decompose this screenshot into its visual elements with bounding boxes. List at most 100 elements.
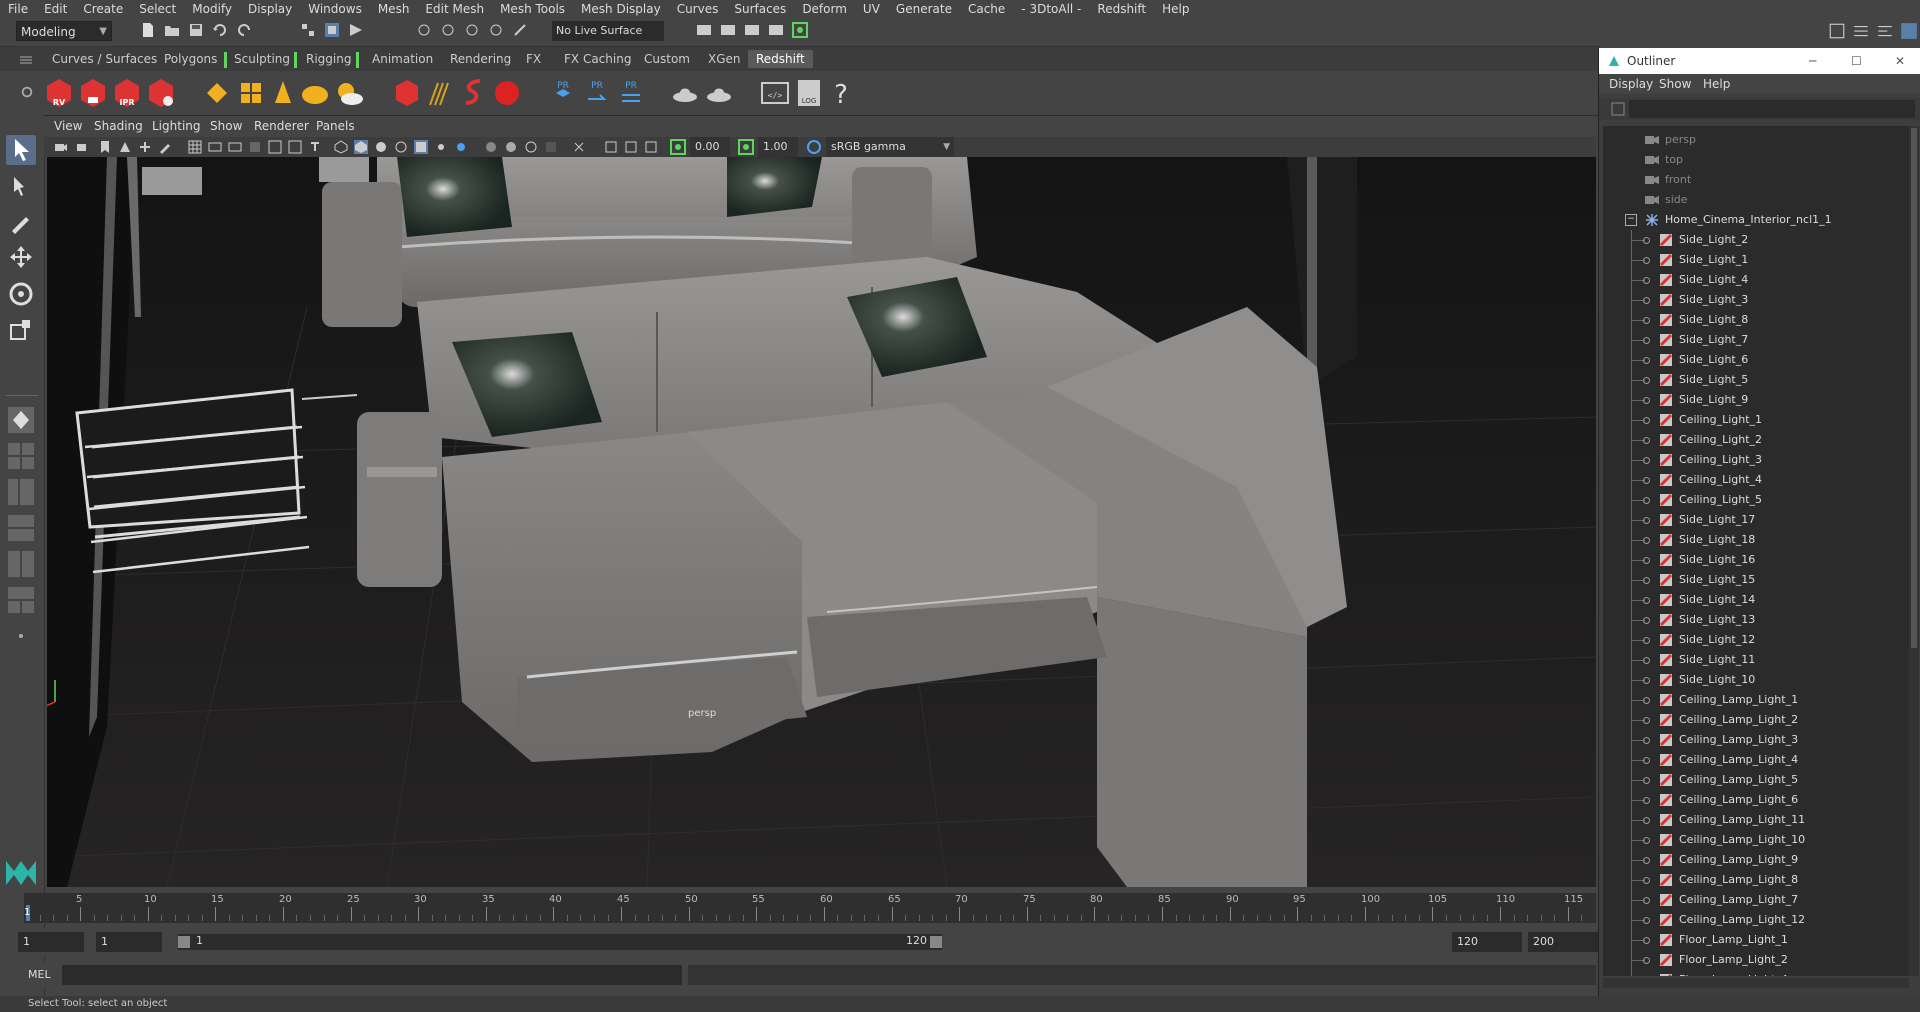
expand-dot-icon[interactable]: [1643, 657, 1650, 664]
resolution-gate-icon[interactable]: [228, 140, 242, 154]
xray-components-icon[interactable]: [644, 140, 658, 154]
select-by-hierarchy-icon[interactable]: [300, 22, 316, 38]
expand-dot-icon[interactable]: [1643, 617, 1650, 624]
outliner-layout-icon[interactable]: [6, 585, 36, 615]
outliner-item-light[interactable]: Ceiling_Lamp_Light_6: [1603, 790, 1909, 810]
horizontal-scrollbar[interactable]: [1603, 978, 1909, 988]
collapse-icon[interactable]: −: [1625, 214, 1637, 226]
tab-custom[interactable]: Custom: [636, 50, 698, 68]
outliner-item-light[interactable]: Ceiling_Lamp_Light_1: [1603, 690, 1909, 710]
expand-dot-icon[interactable]: [1643, 677, 1650, 684]
tab-xgen[interactable]: XGen: [700, 50, 749, 68]
isolate-select-icon[interactable]: [572, 140, 586, 154]
smooth-shade-icon[interactable]: [354, 140, 368, 154]
tab-fx[interactable]: FX: [518, 50, 549, 68]
outliner-item-light[interactable]: Side_Light_5: [1603, 370, 1909, 390]
expand-dot-icon[interactable]: [1643, 917, 1650, 924]
redshift-ies-light-icon[interactable]: [268, 77, 298, 109]
redshift-render-view-icon[interactable]: [792, 22, 808, 38]
maximize-icon[interactable]: ☐: [1851, 48, 1862, 74]
redo-icon[interactable]: [236, 22, 252, 38]
wireframe-icon[interactable]: [334, 140, 348, 154]
outliner-item-light[interactable]: Side_Light_16: [1603, 550, 1909, 570]
expand-dot-icon[interactable]: [1643, 317, 1650, 324]
default-material-icon[interactable]: [374, 140, 388, 154]
outliner-menu-help[interactable]: Help: [1703, 77, 1730, 91]
redshift-proxy-icon[interactable]: [392, 77, 422, 109]
expand-dot-icon[interactable]: [1643, 817, 1650, 824]
exposure-field[interactable]: 0.00: [690, 137, 730, 157]
live-surface-field[interactable]: No Live Surface: [552, 21, 664, 41]
menu-item-help[interactable]: Help: [1154, 0, 1197, 18]
gamma-field[interactable]: 1.00: [758, 137, 798, 157]
expand-dot-icon[interactable]: [1643, 937, 1650, 944]
expand-dot-icon[interactable]: [1643, 437, 1650, 444]
range-slider[interactable]: 1 120: [178, 934, 942, 950]
snap-to-grid-icon[interactable]: [416, 22, 432, 38]
outliner-item-light[interactable]: Ceiling_Lamp_Light_4: [1603, 750, 1909, 770]
outliner-item-light[interactable]: Ceiling_Light_2: [1603, 430, 1909, 450]
color-management-icon[interactable]: [806, 139, 822, 155]
view-transform-select[interactable]: sRGB gamma ▼: [826, 137, 954, 157]
shelf-menu-icon[interactable]: [20, 55, 32, 65]
save-scene-icon[interactable]: [188, 22, 204, 38]
outliner-item-light[interactable]: Side_Light_1: [1603, 250, 1909, 270]
viewport-menu-shading[interactable]: Shading: [94, 119, 143, 133]
expand-dot-icon[interactable]: [1643, 497, 1650, 504]
menu-item-uv[interactable]: UV: [855, 0, 888, 18]
outliner-item-light[interactable]: Floor_Lamp_Light_1: [1603, 930, 1909, 950]
tab-sculpting[interactable]: Sculpting: [226, 50, 298, 68]
expand-dot-icon[interactable]: [1643, 257, 1650, 264]
move-tool-icon[interactable]: [6, 243, 36, 273]
outliner-camera-top[interactable]: top: [1603, 150, 1909, 170]
expand-dot-icon[interactable]: [1643, 297, 1650, 304]
menu-item-edit[interactable]: Edit: [36, 0, 75, 18]
expand-dot-icon[interactable]: [1643, 797, 1650, 804]
safe-action-icon[interactable]: [288, 140, 302, 154]
outliner-item-light[interactable]: Ceiling_Lamp_Light_2: [1603, 710, 1909, 730]
viewport-menu-show[interactable]: Show: [210, 119, 242, 133]
menu-item-mesh[interactable]: Mesh: [370, 0, 418, 18]
mel-label[interactable]: MEL: [28, 968, 51, 981]
render-current-frame-icon[interactable]: [696, 22, 712, 38]
outliner-item-light[interactable]: Ceiling_Lamp_Light_12: [1603, 910, 1909, 930]
menu-item-deform[interactable]: Deform: [794, 0, 855, 18]
tab-fx-caching[interactable]: FX Caching: [556, 50, 639, 68]
menu-item-windows[interactable]: Windows: [300, 0, 370, 18]
depth-of-field-icon[interactable]: [544, 140, 558, 154]
outliner-item-light[interactable]: Side_Light_18: [1603, 530, 1909, 550]
anti-aliasing-icon[interactable]: [524, 140, 538, 154]
redshift-log-icon[interactable]: LOG: [794, 77, 824, 109]
redshift-portal-light-icon[interactable]: [236, 77, 266, 109]
persp-outliner-layout-icon[interactable]: [6, 477, 36, 507]
exposure-icon[interactable]: [670, 139, 686, 155]
expand-dot-icon[interactable]: [1643, 557, 1650, 564]
outliner-item-light[interactable]: Side_Light_17: [1603, 510, 1909, 530]
expand-dot-icon[interactable]: [1643, 397, 1650, 404]
xray-joints-icon[interactable]: [624, 140, 638, 154]
mode-selector[interactable]: Modeling ▼: [16, 21, 112, 41]
outliner-item-light[interactable]: Side_Light_12: [1603, 630, 1909, 650]
range-end-handle[interactable]: [930, 936, 942, 948]
make-live-icon[interactable]: [512, 22, 528, 38]
expand-dot-icon[interactable]: [1643, 777, 1650, 784]
grease-pencil-icon[interactable]: [158, 140, 172, 154]
pr-swap-proxy-icon[interactable]: PR: [616, 77, 646, 109]
render-settings-icon[interactable]: [744, 22, 760, 38]
select-tool-icon[interactable]: [6, 135, 36, 165]
wireframe-on-shaded-icon[interactable]: [394, 140, 408, 154]
expand-dot-icon[interactable]: [1643, 477, 1650, 484]
attribute-editor-icon[interactable]: [1852, 22, 1870, 40]
tab-polygons[interactable]: Polygons: [156, 50, 225, 68]
field-chart-icon[interactable]: [268, 140, 282, 154]
lasso-tool-icon[interactable]: [6, 171, 36, 201]
select-by-object-icon[interactable]: [324, 22, 340, 38]
viewport-menu-view[interactable]: View: [54, 119, 82, 133]
expand-dot-icon[interactable]: [1643, 637, 1650, 644]
film-gate-icon[interactable]: [208, 140, 222, 154]
persp-graph-layout-icon[interactable]: [6, 513, 36, 543]
expand-dot-icon[interactable]: [1643, 457, 1650, 464]
mel-command-input[interactable]: [62, 965, 682, 985]
outliner-item-light[interactable]: Side_Light_3: [1603, 290, 1909, 310]
expand-dot-icon[interactable]: [1643, 737, 1650, 744]
